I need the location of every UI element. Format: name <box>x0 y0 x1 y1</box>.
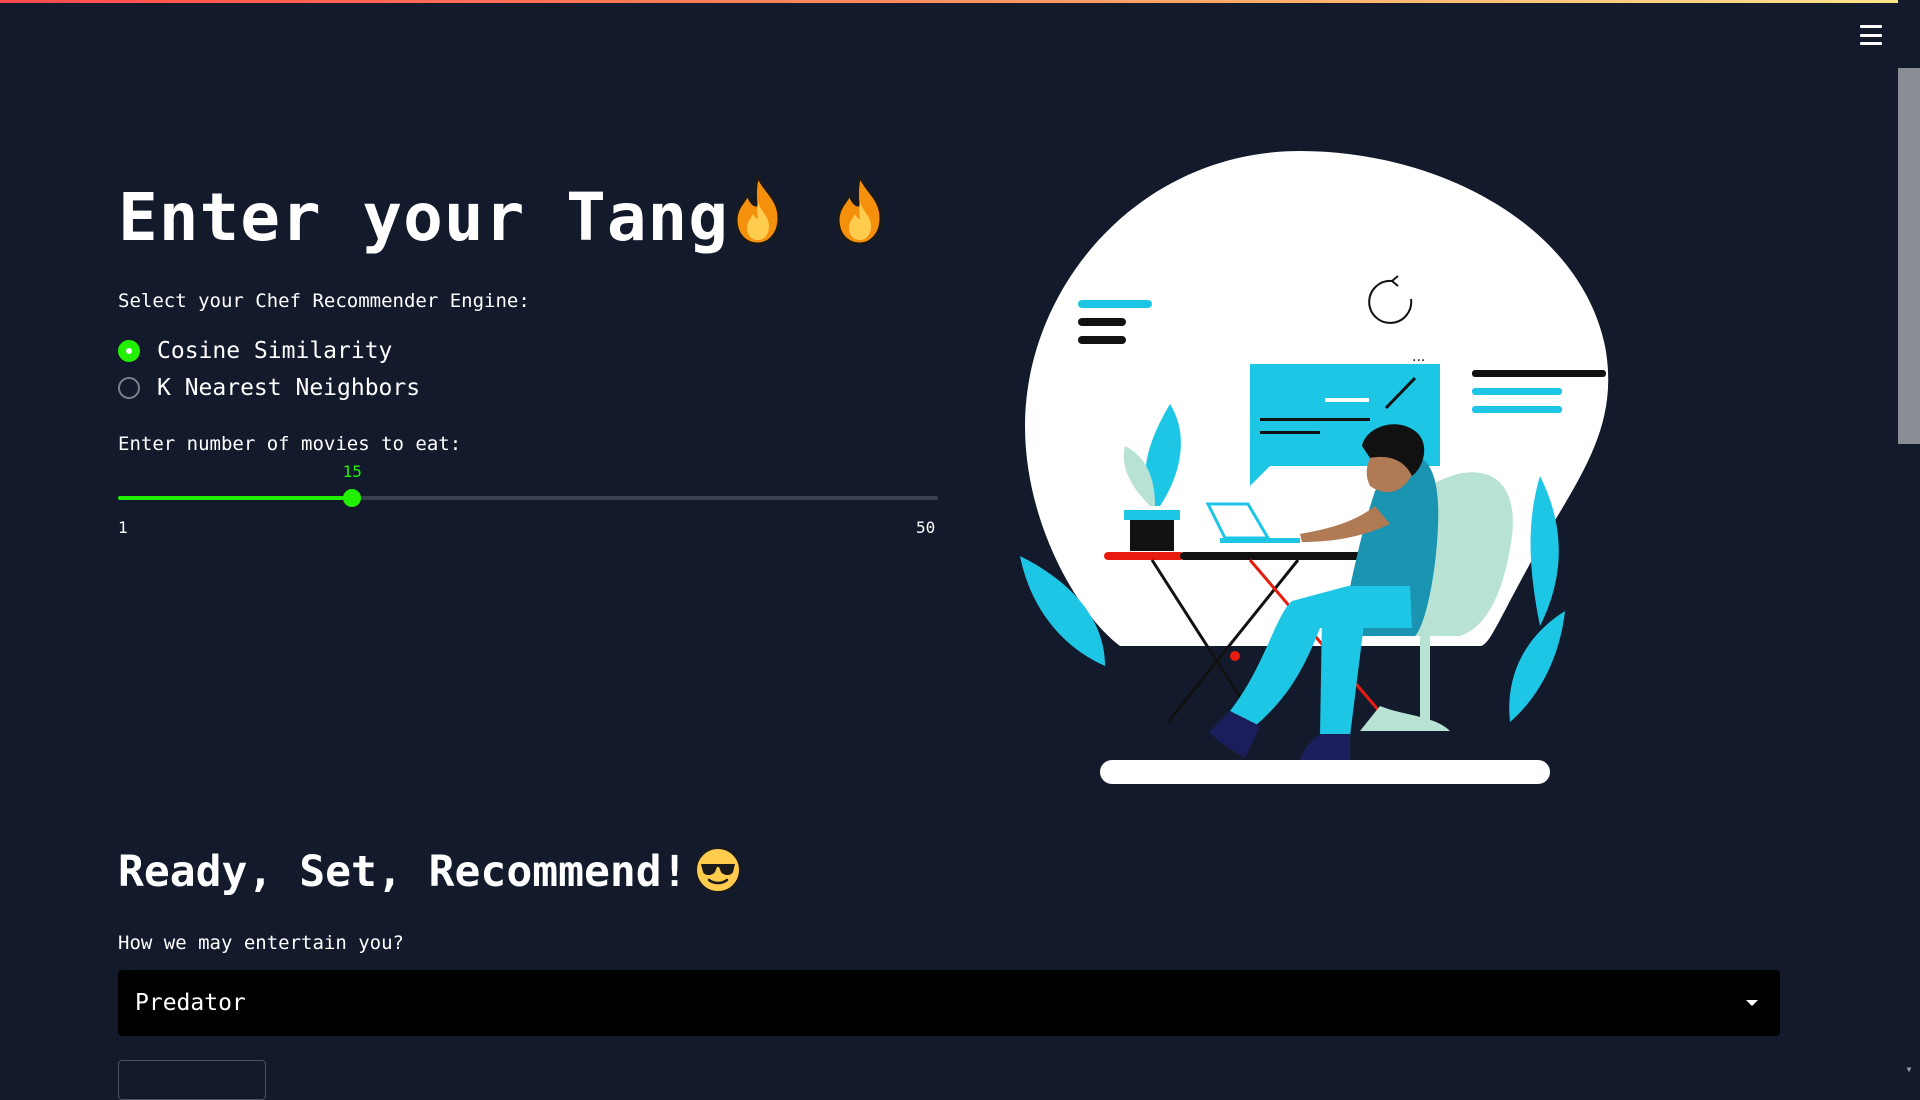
radio-k-nearest-neighbors[interactable]: K Nearest Neighbors <box>118 369 420 406</box>
slider-min-label: 1 <box>118 518 128 537</box>
cool-sunglasses-emoji-icon <box>694 847 741 893</box>
section-heading-text: Ready, Set, Recommend! <box>118 847 688 897</box>
chevron-down-icon[interactable] <box>1746 1000 1758 1006</box>
page-title-text: Enter your Tang <box>118 179 730 256</box>
engine-label: Select your Chef Recommender Engine: <box>118 290 530 312</box>
fire-emoji-icon <box>734 172 781 246</box>
slider-max-label: 50 <box>916 518 936 537</box>
section-heading: Ready, Set, Recommend! <box>118 842 742 902</box>
engine-radio-group: Cosine Similarity K Nearest Neighbors <box>118 332 420 406</box>
slider-fill <box>118 496 353 500</box>
slider-label: Enter number of movies to eat: <box>118 433 462 455</box>
slider-thumb[interactable] <box>343 489 362 507</box>
movie-select-dropdown[interactable]: Predator <box>118 970 1780 1036</box>
movies-count-slider[interactable]: 15 <box>118 462 938 507</box>
radio-selected-indicator[interactable] <box>118 339 140 362</box>
radio-label: Cosine Similarity <box>157 337 393 364</box>
svg-text:...: ... <box>1412 349 1425 365</box>
scrollbar-thumb[interactable] <box>1898 68 1920 444</box>
radio-label: K Nearest Neighbors <box>157 374 421 401</box>
radio-cosine-similarity[interactable]: Cosine Similarity <box>118 332 420 369</box>
fire-emoji-icon <box>836 172 883 246</box>
recommend-button-partial[interactable] <box>118 1060 266 1100</box>
scroll-down-arrow-icon[interactable]: ▾ <box>1902 1062 1916 1076</box>
movie-select-value: Predator <box>135 990 246 1016</box>
slider-current-value: 15 <box>342 462 362 481</box>
movie-select-label: How we may entertain you? <box>118 932 404 954</box>
hamburger-menu-icon[interactable] <box>1854 20 1888 50</box>
radio-unselected-indicator[interactable] <box>118 376 140 399</box>
person-at-laptop-illustration: ... <box>1020 151 1609 784</box>
top-decoration-bar <box>0 0 1920 3</box>
page-title: Enter your Tang <box>118 172 893 263</box>
